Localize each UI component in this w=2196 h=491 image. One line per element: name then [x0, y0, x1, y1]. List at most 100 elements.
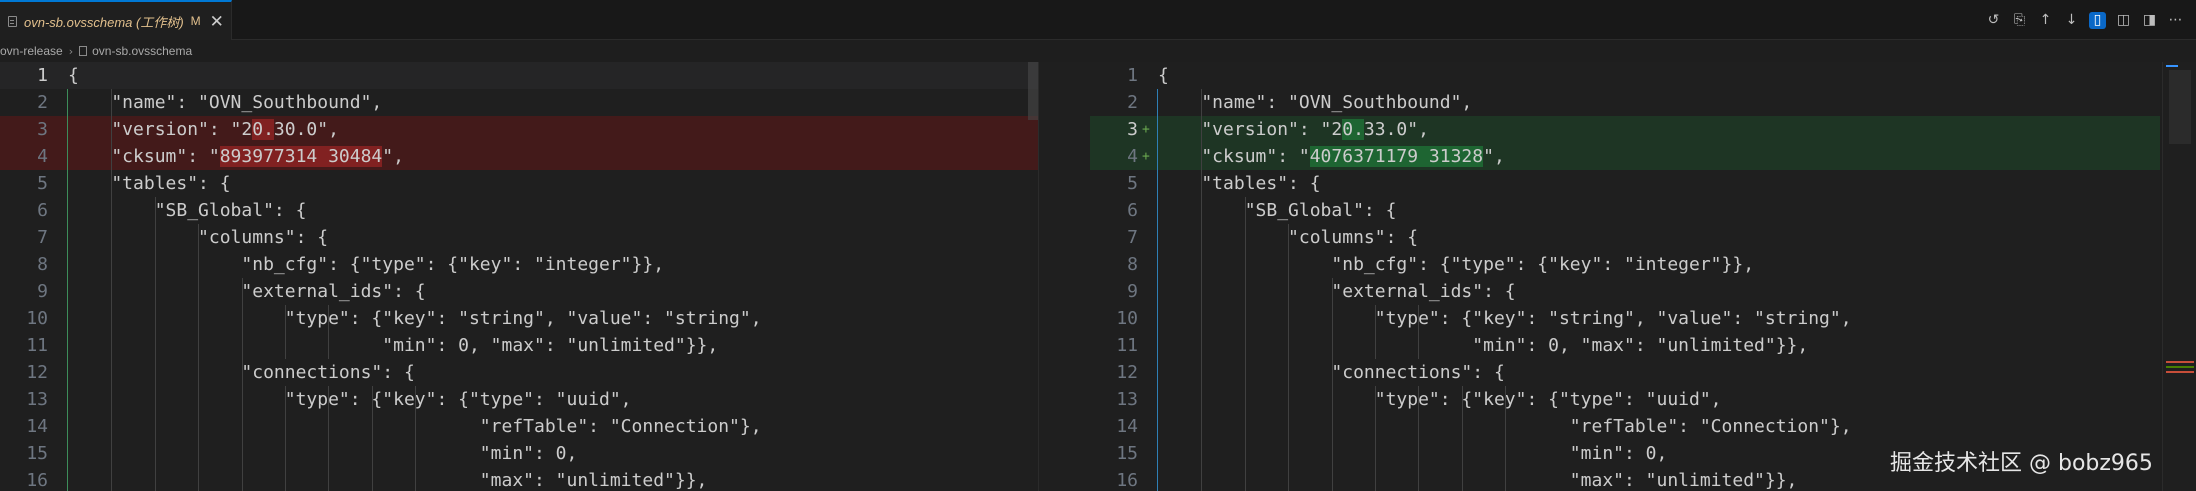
line-number: 8 [1127, 254, 1138, 275]
code-text: "max": "unlimited"}}, [68, 470, 708, 491]
line-number: 5 [37, 173, 48, 194]
indent-guide [285, 386, 286, 491]
line-number: 16 [1116, 470, 1138, 491]
close-icon[interactable]: ✕ [210, 13, 224, 30]
active-indent-guide [67, 89, 68, 491]
editor-tab[interactable]: ovn-sb.ovsschema (工作树) M ✕ [0, 0, 232, 40]
indent-guide [328, 386, 330, 491]
file-icon [79, 46, 88, 56]
code-line[interactable]: 1{ [0, 62, 1038, 89]
line-number: 13 [26, 389, 48, 410]
history-icon[interactable]: ↺ [1985, 12, 2002, 29]
split-editor-icon[interactable]: ◨ [2141, 12, 2158, 29]
line-number: 9 [1127, 281, 1138, 302]
code-line[interactable]: 12 "connections": { [1090, 359, 2160, 386]
code-line[interactable]: 4 "cksum": "893977314 30484", [0, 143, 1038, 170]
code-text: "name": "OVN_Southbound", [68, 92, 383, 113]
line-number: 7 [37, 227, 48, 248]
overview-ruler[interactable] [2162, 62, 2196, 491]
code-text: "type": {"key": "string", "value": "stri… [68, 308, 762, 329]
code-line[interactable]: 7 "columns": { [1090, 224, 2160, 251]
diff-modified-pane[interactable]: 1{2 "name": "OVN_Southbound", 3 + "version… [1090, 62, 2160, 491]
line-number: 9 [37, 281, 48, 302]
code-line[interactable]: 4 + "cksum": "4076371179 31328", [1090, 143, 2160, 170]
code-text: "tables": { [68, 173, 231, 194]
indent-guide [1375, 386, 1376, 491]
breadcrumb: ovn-release › ovn-sb.ovsschema [0, 40, 192, 62]
code-line[interactable]: 9 "external_ids": { [1090, 278, 2160, 305]
line-number: 3 [1127, 119, 1138, 140]
code-line[interactable]: 13 "type": {"key": {"type": "uuid", [1090, 386, 2160, 413]
code-line[interactable]: 10 "type": {"key": "string", "value": "s… [1090, 305, 2160, 332]
book-icon[interactable]: ◫ [2115, 12, 2132, 29]
modified-badge: M [190, 14, 201, 28]
line-number: 4 [1127, 146, 1138, 167]
tab-title: ovn-sb.ovsschema (工作树) [24, 14, 184, 30]
indent-guide [415, 386, 417, 491]
indent-guide [371, 386, 373, 491]
indent-guide [285, 305, 286, 359]
code-text: "type": {"key": {"type": "uuid", [68, 389, 632, 410]
breadcrumb-file[interactable]: ovn-sb.ovsschema [92, 44, 192, 58]
code-text: "type": {"key": {"type": "uuid", [1158, 389, 1722, 410]
code-line[interactable]: 3 + "version": "20.33.0", [1090, 116, 2160, 143]
code-text: "min": 0, "max": "unlimited"}}, [1158, 335, 1809, 356]
code-text: "nb_cfg": {"type": {"key": "integer"}}, [1158, 254, 1755, 275]
tab-bar: ovn-sb.ovsschema (工作树) M ✕ ↺ ⎘ ↑ ↓ ▯ ◫ ◨… [0, 0, 2196, 40]
indent-guide [1288, 224, 1290, 491]
line-number: 10 [26, 308, 48, 329]
code-text: "external_ids": { [68, 281, 426, 302]
editor-actions: ↺ ⎘ ↑ ↓ ▯ ◫ ◨ ⋯ [1985, 0, 2184, 40]
code-text: "tables": { [1158, 173, 1321, 194]
code-line[interactable]: 5 "tables": { [0, 170, 1038, 197]
code-line[interactable]: 5 "tables": { [1090, 170, 2160, 197]
code-line[interactable]: 8 "nb_cfg": {"type": {"key": "integer"}}… [1090, 251, 2160, 278]
ruler-deletion-marker [2166, 371, 2194, 373]
code-line[interactable]: 2 "name": "OVN_Southbound", [1090, 89, 2160, 116]
line-number: 15 [26, 443, 48, 464]
more-icon[interactable]: ⋯ [2167, 12, 2184, 29]
code-line[interactable]: 14 "refTable": "Connection"}, [1090, 413, 2160, 440]
code-line[interactable]: 2 "name": "OVN_Southbound", [0, 89, 1038, 116]
code-line[interactable]: 1{ [1090, 62, 2160, 89]
diff-original-pane[interactable]: 1{2 "name": "OVN_Southbound", 3 "version"… [0, 62, 1038, 491]
code-text: "min": 0, [68, 443, 578, 464]
open-file-icon[interactable]: ⎘ [2011, 12, 2028, 29]
diff-insert-marker: + [1142, 122, 1150, 137]
indent-guide [1331, 386, 1333, 491]
line-number: 10 [1116, 308, 1138, 329]
code-text: "SB_Global": { [68, 200, 307, 221]
code-line[interactable]: 3 "version": "20.30.0", [0, 116, 1038, 143]
line-number: 2 [37, 92, 48, 113]
code-text: "min": 0, [1158, 443, 1668, 464]
code-text: { [68, 65, 79, 86]
indent-guide [1244, 197, 1246, 491]
breadcrumb-folder[interactable]: ovn-release [0, 44, 63, 58]
code-line[interactable]: 11 "min": 0, "max": "unlimited"}}, [1090, 332, 2160, 359]
indent-guide [1461, 386, 1463, 491]
indent-guide [198, 224, 200, 491]
arrow-up-icon[interactable]: ↑ [2037, 12, 2054, 29]
code-text: "min": 0, "max": "unlimited"}}, [68, 335, 719, 356]
code-text: "SB_Global": { [1158, 200, 1397, 221]
indent-guide [1201, 89, 1203, 491]
code-line[interactable]: 6 "SB_Global": { [1090, 197, 2160, 224]
line-number: 5 [1127, 173, 1138, 194]
code-text: { [1158, 65, 1169, 86]
line-number: 16 [26, 470, 48, 491]
indent-guide [154, 197, 156, 491]
line-number: 4 [37, 146, 48, 167]
line-number: 11 [26, 335, 48, 356]
indent-guide [1505, 386, 1507, 491]
code-text: "external_ids": { [1158, 281, 1516, 302]
inline-diff-icon[interactable]: ▯ [2089, 11, 2106, 29]
line-number: 1 [1127, 65, 1138, 86]
arrow-down-icon[interactable]: ↓ [2063, 12, 2080, 29]
indent-guide [111, 89, 113, 491]
active-indent-guide [1157, 89, 1158, 491]
line-number: 6 [1127, 200, 1138, 221]
code-text: "name": "OVN_Southbound", [1158, 92, 1473, 113]
line-number: 12 [1116, 362, 1138, 383]
line-number: 7 [1127, 227, 1138, 248]
indent-guide [1418, 305, 1420, 359]
